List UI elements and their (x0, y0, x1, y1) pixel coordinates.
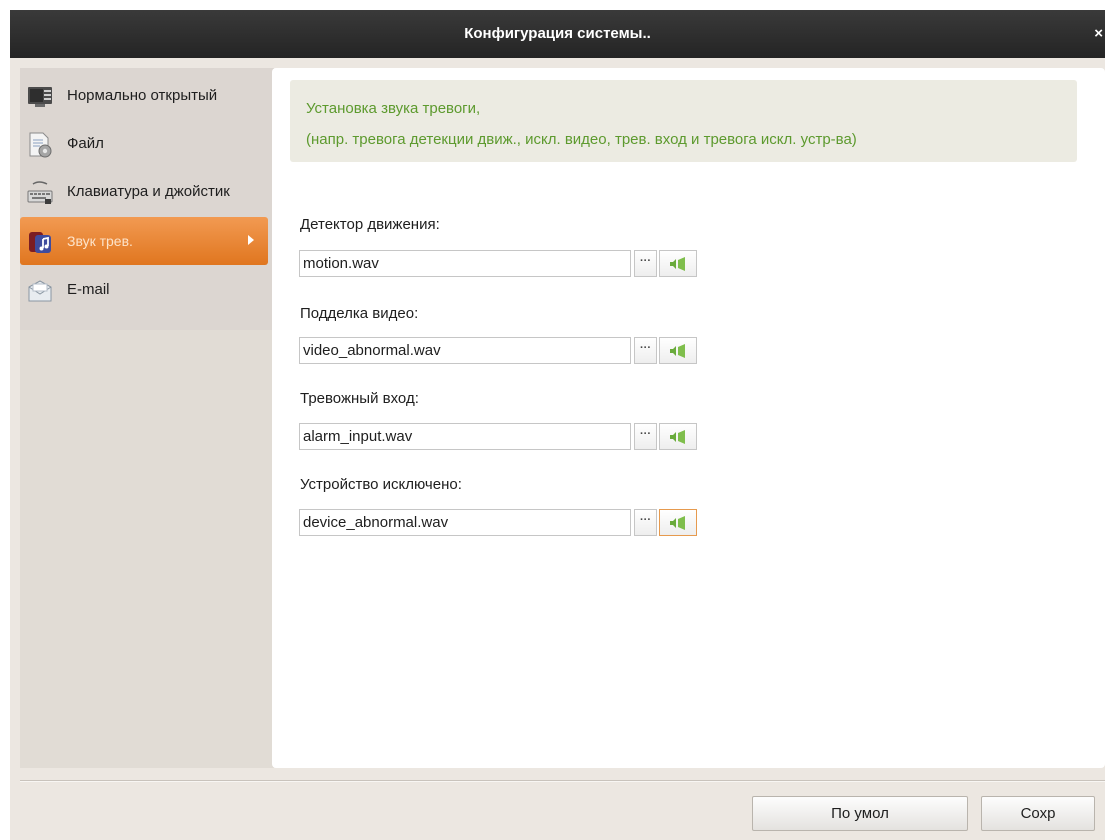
video-tampering-label: Подделка видео: (300, 305, 419, 322)
sidebar-item-label: Клавиатура и джойстик (67, 183, 230, 200)
notice-description: (напр. тревога детекции движ., искл. вид… (306, 131, 857, 148)
speaker-icon (670, 344, 685, 358)
video-tampering-browse-button[interactable]: ··· (634, 337, 657, 364)
file-settings-icon (27, 132, 53, 158)
alarm-sound-icon (27, 229, 53, 255)
device-exception-sound-field[interactable] (299, 509, 631, 536)
device-exception-label: Устройство исключено: (300, 476, 462, 493)
notice-title: Установка звука тревоги, (306, 100, 481, 117)
sidebar-item-label: E-mail (67, 281, 110, 298)
close-icon[interactable]: × (1094, 10, 1103, 58)
chevron-right-icon (248, 235, 254, 245)
alarm-input-sound-field[interactable] (299, 423, 631, 450)
alarm-input-label: Тревожный вход: (300, 390, 419, 407)
sidebar-item-keyboard-joystick[interactable]: Клавиатура и джойстик (20, 168, 274, 216)
save-button[interactable]: Сохр (981, 796, 1095, 831)
sidebar-item-email[interactable]: E-mail (20, 266, 274, 314)
device-exception-browse-button[interactable]: ··· (634, 509, 657, 536)
default-button[interactable]: По умол (752, 796, 968, 831)
monitor-icon (27, 84, 53, 110)
keyboard-icon (27, 180, 53, 206)
device-exception-play-button[interactable] (659, 509, 697, 536)
title-bar: Конфигурация системы.. × (10, 10, 1105, 58)
motion-sound-field[interactable] (299, 250, 631, 277)
info-notice: Установка звука тревоги, (напр. тревога … (290, 80, 1077, 162)
alarm-sound-panel: Установка звука тревоги, (напр. тревога … (272, 68, 1105, 768)
sidebar-item-label: Звук трев. (67, 233, 133, 249)
sidebar: Нормально открытый Файл Клавиатура и джо… (20, 68, 274, 768)
system-config-dialog: Конфигурация системы.. × Нормально откры… (10, 10, 1105, 840)
footer-divider-highlight (20, 781, 1105, 782)
speaker-icon (670, 257, 685, 271)
alarm-input-browse-button[interactable]: ··· (634, 423, 657, 450)
motion-play-button[interactable] (659, 250, 697, 277)
email-icon (27, 278, 53, 304)
sidebar-item-alarm-sound[interactable]: Звук трев. (20, 217, 268, 265)
dialog-title: Конфигурация системы.. (464, 25, 651, 42)
sidebar-item-label: Нормально открытый (67, 87, 218, 104)
video-tampering-sound-field[interactable] (299, 337, 631, 364)
speaker-icon (670, 516, 685, 530)
sidebar-item-normally-open[interactable]: Нормально открытый (20, 72, 274, 120)
alarm-input-play-button[interactable] (659, 423, 697, 450)
speaker-icon (670, 430, 685, 444)
sidebar-item-file[interactable]: Файл (20, 120, 274, 168)
motion-browse-button[interactable]: ··· (634, 250, 657, 277)
sidebar-item-label: Файл (67, 135, 104, 152)
video-tampering-play-button[interactable] (659, 337, 697, 364)
motion-detection-label: Детектор движения: (300, 216, 440, 233)
